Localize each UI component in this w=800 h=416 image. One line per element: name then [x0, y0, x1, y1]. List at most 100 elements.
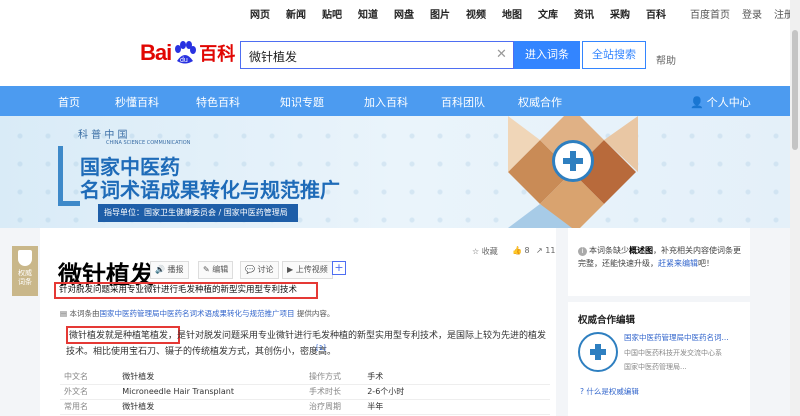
like-button[interactable]: 👍 8 [512, 246, 530, 255]
top-nav-link-map[interactable]: 地图 [502, 6, 522, 21]
collect-button[interactable]: ☆ 收藏 [472, 246, 498, 257]
clear-icon[interactable]: ✕ [496, 47, 507, 62]
lemma-summary: 针对脱发问题采用专业微针进行毛发种植的新型实用型专利技术 [54, 282, 318, 299]
menu-item-featured[interactable]: 特色百科 [196, 94, 240, 110]
help-link[interactable]: 帮助 [656, 52, 676, 67]
menu-item-join[interactable]: 加入百科 [364, 94, 408, 110]
authority-cooperation-panel: 权威合作编辑 国家中医药管理局中医药名词... 中国中医药科技开发交流中心系 国… [568, 302, 750, 416]
edit-now-link[interactable]: 赶紧来编辑 [658, 259, 698, 268]
table-row: 常用名 微针植发 治疗周期 半年 [60, 399, 550, 415]
banner-bracket-decoration [58, 146, 80, 206]
personal-center-link[interactable]: 👤 个人中心 [690, 94, 751, 110]
top-nav-link-video[interactable]: 视频 [466, 6, 486, 21]
notice-bold: 概述图 [629, 246, 653, 255]
cooperation-header: 权威合作编辑 [578, 315, 636, 326]
kepu-logo-text: 科 普 中 国 [78, 130, 128, 141]
info-key: 操作方式 [304, 369, 364, 385]
top-nav-links: 网页 新闻 贴吧 知道 网盘 图片 视频 地图 文库 资讯 采购 百科 [250, 6, 682, 21]
tcm-org-logo-icon[interactable] [578, 332, 618, 372]
menu-item-team[interactable]: 百科团队 [441, 94, 485, 110]
cooperation-desc-line1: 中国中医药科技开发交流中心系 [624, 349, 722, 357]
doc-icon: ▤ [60, 309, 68, 318]
enter-entry-button[interactable]: 进入词条 [514, 41, 580, 69]
menu-item-miaodong[interactable]: 秒懂百科 [115, 94, 159, 110]
info-key: 中文名 [60, 369, 119, 385]
site-search-button[interactable]: 全站搜索 [582, 41, 646, 69]
broadcast-label: 播报 [167, 265, 184, 274]
menu-item-topics[interactable]: 知识专题 [280, 94, 324, 110]
personal-center-label: 个人中心 [706, 96, 751, 109]
banner-guide-units: 指导单位：国家卫生健康委员会 / 国家中医药管理局 [98, 204, 298, 222]
info-value: 微针植发 [118, 369, 305, 385]
info-key: 治疗周期 [304, 399, 364, 415]
user-icon: 👤 [690, 95, 704, 109]
paw-icon: du [172, 41, 198, 65]
discuss-label: 讨论 [257, 265, 274, 274]
what-is-authority-label: 什么是权威编辑 [586, 387, 639, 396]
citation-link[interactable]: [1] [316, 344, 326, 352]
source-suffix: 提供内容。 [294, 309, 335, 318]
top-nav-link-pan[interactable]: 网盘 [394, 6, 414, 21]
top-nav-link-baike[interactable]: 百科 [646, 6, 666, 21]
edit-label: 编辑 [212, 265, 229, 274]
collect-label: 收藏 [481, 247, 498, 256]
baidu-home-link[interactable]: 百度首页 [690, 6, 730, 21]
authority-entry-badge: 权威 词条 [12, 246, 38, 296]
top-nav-link-info[interactable]: 资讯 [574, 6, 594, 21]
what-is-authority-link[interactable]: ? 什么是权威编辑 [580, 386, 639, 397]
baidu-baike-logo[interactable]: Bai du 百科 [140, 40, 235, 66]
page-scrollbar[interactable] [790, 0, 800, 416]
menu-item-home[interactable]: 首页 [58, 94, 80, 110]
login-link[interactable]: 登录 [742, 6, 762, 21]
source-prefix: 本词条由 [69, 309, 100, 318]
top-nav-link-purchase[interactable]: 采购 [610, 6, 630, 21]
share-count: 11 [545, 246, 556, 255]
question-icon: ? [580, 387, 584, 396]
menu-item-authority[interactable]: 权威合作 [518, 94, 562, 110]
top-nav-link-images[interactable]: 图片 [430, 6, 450, 21]
top-nav-link-web[interactable]: 网页 [250, 6, 270, 21]
top-nav-link-wenku[interactable]: 文库 [538, 6, 558, 21]
top-nav-link-tieba[interactable]: 贴吧 [322, 6, 342, 21]
lemma-card: ☆ 收藏 👍 8 ↗ 11 微针植发 🔊 播报 ✎ 编辑 💬 讨论 ▶ 上传视频… [40, 228, 556, 416]
info-value: 2-6个小时 [363, 384, 550, 400]
medal-icon [18, 250, 32, 266]
search-input[interactable]: 微针植发 [240, 41, 514, 69]
top-nav-link-zhidao[interactable]: 知道 [358, 6, 378, 21]
info-value: 微针植发 [118, 399, 305, 415]
lemma-paragraph: 微针植发就是种植笔植发，是针对脱发问题采用专业微针进行毛发种植的新型实用型专利技… [66, 328, 550, 360]
info-key: 手术时长 [304, 384, 364, 400]
search-header: Bai du 百科 微针植发 ✕ 进入词条 全站搜索 帮助 [0, 24, 800, 86]
notice-text: i 本词条缺少概述图，补充相关内容使词条更完整，还能快速升级，赶紧来编辑吧！ [578, 244, 744, 270]
upload-video-button[interactable]: ▶ 上传视频 [282, 261, 333, 279]
main-menu: 首页 秒懂百科 特色百科 知识专题 加入百科 百科团队 权威合作 👤 个人中心 [0, 86, 800, 116]
info-value: Microneedle Hair Transplant [118, 384, 305, 400]
notice-pre: 本词条缺少 [589, 246, 629, 255]
broadcast-button[interactable]: 🔊 播报 [150, 261, 189, 279]
banner-title-line2: 名词术语成果转化与规范推广 [80, 178, 340, 202]
source-note: ▤ 本词条由国家中医药管理局中医药名词术语成果转化与规范推广项目 提供内容。 [60, 308, 334, 319]
top-navigation: 网页 新闻 贴吧 知道 网盘 图片 视频 地图 文库 资讯 采购 百科 百度首页… [0, 0, 800, 24]
svg-text:du: du [180, 57, 188, 64]
table-row: 中文名 微针植发 操作方式 手术 [60, 369, 550, 385]
discuss-button[interactable]: 💬 讨论 [240, 261, 279, 279]
info-key: 常用名 [60, 399, 119, 415]
upload-video-label: 上传视频 [295, 265, 328, 274]
info-icon: i [578, 247, 587, 256]
like-count: 8 [524, 246, 530, 255]
missing-image-notice: i 本词条缺少概述图，补充相关内容使词条更完整，还能快速升级，赶紧来编辑吧！ [568, 228, 750, 296]
top-nav-link-news[interactable]: 新闻 [286, 6, 306, 21]
logo-text-bai: Bai [140, 40, 172, 65]
top-nav-right: 百度首页 登录 注册 [678, 6, 794, 21]
info-value: 半年 [363, 399, 550, 415]
tcm-emblem-icon [552, 140, 594, 182]
info-key: 外文名 [60, 384, 119, 400]
notice-end: 吧！ [698, 259, 714, 268]
edit-button[interactable]: ✎ 编辑 [198, 261, 234, 279]
scrollbar-thumb[interactable] [792, 30, 798, 150]
add-icon[interactable]: + [332, 261, 346, 275]
source-link[interactable]: 国家中医药管理局中医药名词术语成果转化与规范推广项目 [99, 309, 294, 318]
kepu-logo-subtext: CHINA SCIENCE COMMUNICATION [106, 140, 191, 146]
share-button[interactable]: ↗ 11 [536, 246, 555, 255]
cooperation-org-link[interactable]: 国家中医药管理局中医药名词... [624, 332, 729, 343]
